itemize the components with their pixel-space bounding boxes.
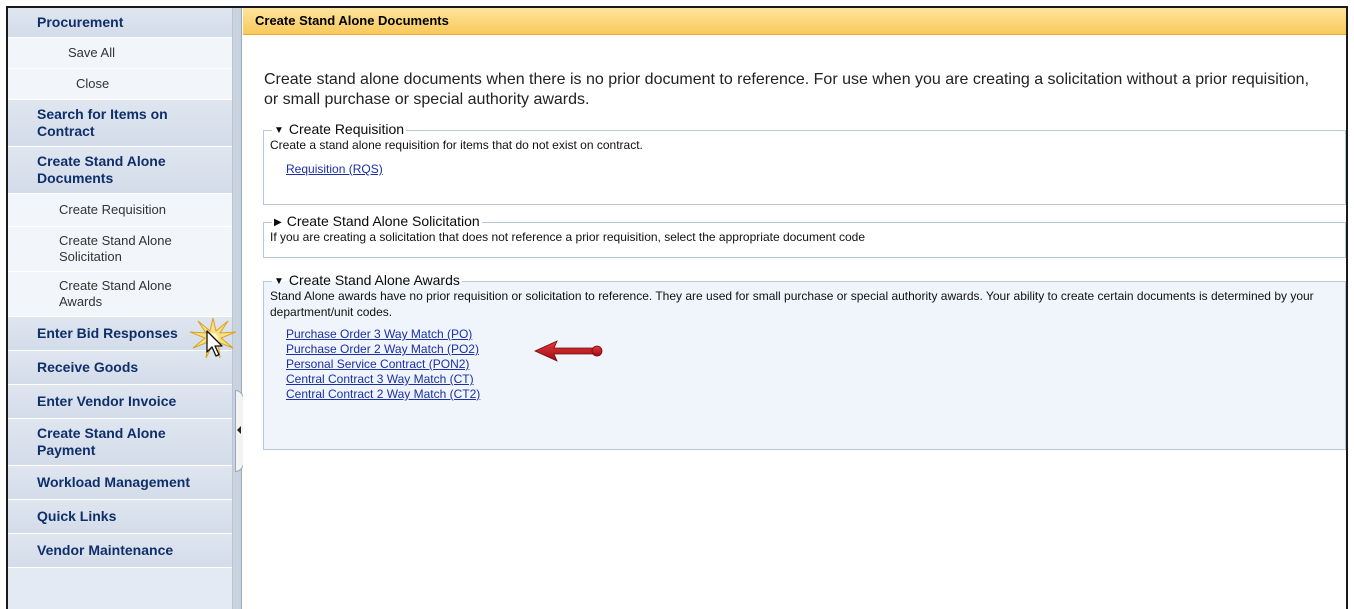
link-requisition-rqs[interactable]: Requisition (RQS) xyxy=(286,162,1339,177)
group-title-text: Create Requisition xyxy=(288,121,405,137)
group-create-stand-alone-awards: ▼ Create Stand Alone Awards Stand Alone a… xyxy=(263,273,1346,450)
sidebar-item-label: Quick Links xyxy=(37,508,117,524)
link-purchase-order-2-way-po2[interactable]: Purchase Order 2 Way Match (PO2) xyxy=(286,342,1339,357)
sidebar-item-label: Procurement xyxy=(37,14,124,30)
sidebar-item-workload-management[interactable]: Workload Management xyxy=(8,466,232,500)
group-description: Stand Alone awards have no prior requisi… xyxy=(270,289,1314,319)
group-description: If you are creating a solicitation that … xyxy=(270,230,866,244)
sidebar-item-label: Close xyxy=(76,76,110,91)
sidebar-item-label: Workload Management xyxy=(37,474,190,490)
group-toggle-create-stand-alone-awards[interactable]: ▼ Create Stand Alone Awards xyxy=(272,273,462,289)
sidebar-item-create-stand-alone-awards[interactable]: Create Stand Alone Awards xyxy=(8,272,232,317)
sidebar-item-label: Create Requisition xyxy=(59,202,166,217)
sidebar-splitter[interactable] xyxy=(233,8,242,609)
sidebar-item-create-stand-alone-solicitation[interactable]: Create Stand Alone Solicitation xyxy=(8,227,232,272)
group-toggle-create-stand-alone-solicitation[interactable]: ▶ Create Stand Alone Solicitation xyxy=(272,214,482,230)
sidebar-item-label: Vendor Maintenance xyxy=(37,542,174,558)
group-title-text: Create Stand Alone Solicitation xyxy=(286,213,480,229)
award-links-list: Purchase Order 3 Way Match (PO) Purchase… xyxy=(270,327,1339,402)
sidebar-item-label: Create Stand Alone Solicitation xyxy=(59,233,172,264)
link-purchase-order-3-way-po[interactable]: Purchase Order 3 Way Match (PO) xyxy=(286,327,1339,342)
sidebar-item-label: Enter Vendor Invoice xyxy=(37,393,177,409)
sidebar-item-create-stand-alone-payment[interactable]: Create Stand Alone Payment xyxy=(8,419,232,466)
sidebar-item-create-stand-alone-documents[interactable]: Create Stand Alone Documents xyxy=(8,147,232,194)
triangle-down-icon: ▼ xyxy=(274,276,284,287)
sidebar-item-label: Search for Items on Contract xyxy=(37,106,168,139)
page-title: Create Stand Alone Documents xyxy=(243,8,1346,35)
intro-text: Create stand alone documents when there … xyxy=(264,71,1310,108)
sidebar-item-label: Save All xyxy=(68,45,115,60)
app-window: Procurement Save All Close Search for It… xyxy=(6,6,1348,609)
sidebar-item-save-all[interactable]: Save All xyxy=(8,38,232,69)
sidebar-item-quick-links[interactable]: Quick Links xyxy=(8,500,232,534)
sidebar-item-search-contract[interactable]: Search for Items on Contract xyxy=(8,100,232,147)
sidebar-item-procurement[interactable]: Procurement xyxy=(8,8,232,38)
group-create-stand-alone-solicitation: ▶ Create Stand Alone Solicitation If you … xyxy=(263,214,1346,258)
group-description: Create a stand alone requisition for ite… xyxy=(270,138,643,152)
link-personal-service-contract-pon2[interactable]: Personal Service Contract (PON2) xyxy=(286,357,1339,372)
triangle-down-icon: ▼ xyxy=(274,125,284,136)
group-create-requisition: ▼ Create Requisition Create a stand alone… xyxy=(263,122,1346,205)
sidebar-item-label: Create Stand Alone Documents xyxy=(37,153,166,186)
intro-text-block: Create stand alone documents when there … xyxy=(264,70,1324,110)
main-content: Create Stand Alone Documents Create stan… xyxy=(243,8,1346,609)
group-title-text: Create Stand Alone Awards xyxy=(288,272,460,288)
sidebar-item-enter-vendor-invoice[interactable]: Enter Vendor Invoice xyxy=(8,385,232,419)
annotation-arrow-icon xyxy=(534,340,603,362)
mouse-cursor-icon xyxy=(206,330,223,357)
triangle-right-icon: ▶ xyxy=(274,217,282,228)
sidebar-item-vendor-maintenance[interactable]: Vendor Maintenance xyxy=(8,534,232,568)
link-central-contract-2-way-ct2[interactable]: Central Contract 2 Way Match (CT2) xyxy=(286,387,1339,402)
sidebar-item-label: Receive Goods xyxy=(37,359,139,375)
sidebar-nav: Procurement Save All Close Search for It… xyxy=(8,8,233,609)
page-title-text: Create Stand Alone Documents xyxy=(255,13,449,28)
group-toggle-create-requisition[interactable]: ▼ Create Requisition xyxy=(272,122,406,138)
sidebar-item-label: Enter Bid Responses xyxy=(37,325,178,341)
link-central-contract-3-way-ct[interactable]: Central Contract 3 Way Match (CT) xyxy=(286,372,1339,387)
sidebar-item-close[interactable]: Close xyxy=(8,69,232,100)
sidebar-item-label: Create Stand Alone Awards xyxy=(59,278,172,309)
sidebar-item-create-requisition[interactable]: Create Requisition xyxy=(8,194,232,227)
sidebar-item-label: Create Stand Alone Payment xyxy=(37,425,166,458)
collapse-arrow-icon[interactable] xyxy=(237,426,241,434)
